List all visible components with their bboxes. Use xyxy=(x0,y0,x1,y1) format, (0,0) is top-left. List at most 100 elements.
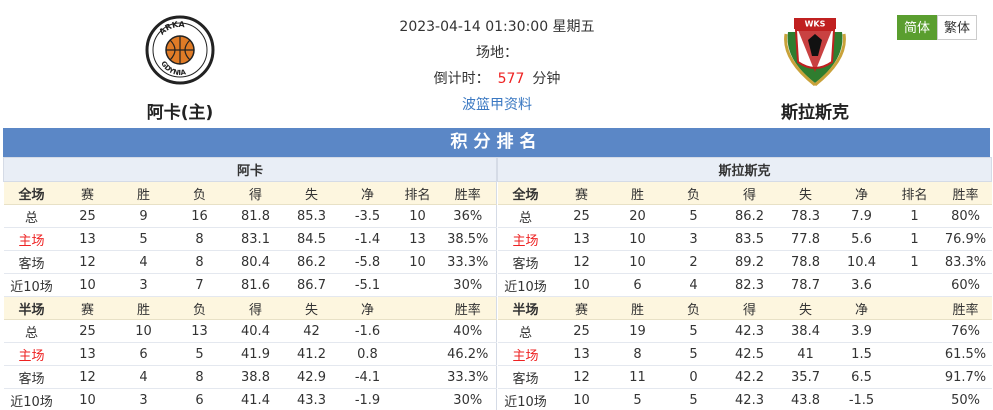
column-header: 胜率 xyxy=(439,181,497,205)
stat-cell: 5 xyxy=(171,342,228,366)
stat-cell: 7.9 xyxy=(833,204,890,228)
stat-cell: 13 xyxy=(553,342,610,366)
stat-cell: 78.7 xyxy=(777,273,834,297)
section-title: 积分排名 xyxy=(3,128,990,157)
lang-traditional-button[interactable]: 繁体 xyxy=(937,15,977,40)
stat-cell: 85.3 xyxy=(283,204,340,228)
stat-cell: 91.7% xyxy=(939,365,992,389)
table-row: 总 25 10 13 40.4 42 -1.6 40% xyxy=(3,319,497,343)
stat-cell: 12 xyxy=(59,365,116,389)
stat-cell: 3 xyxy=(115,388,172,410)
stat-cell: 43.8 xyxy=(777,388,834,410)
stat-cell: 46.2% xyxy=(439,342,497,366)
league-link[interactable]: 波篮甲资料 xyxy=(462,97,532,113)
row-label: 近10场 xyxy=(497,273,554,297)
stat-cell: 40% xyxy=(439,319,497,343)
stat-cell: 50% xyxy=(939,388,992,410)
match-header: ARKA GDYNIA 阿卡(主) 2023-04-14 01:30:00 星期… xyxy=(0,0,993,126)
stat-cell xyxy=(889,342,940,366)
table-row: 近10场 10 3 7 81.6 86.7 -5.1 30% xyxy=(3,273,497,297)
row-label: 主场 xyxy=(497,342,554,366)
stat-cell: 10.4 xyxy=(833,250,890,274)
stat-cell: 3.9 xyxy=(833,319,890,343)
stat-cell: 80.4 xyxy=(227,250,284,274)
stat-cell: 41.4 xyxy=(227,388,284,410)
stat-cell: 13 xyxy=(395,227,440,251)
stat-cell: 6.5 xyxy=(833,365,890,389)
stat-cell: 8 xyxy=(609,342,666,366)
stat-cell: 6 xyxy=(609,273,666,297)
stat-cell: 13 xyxy=(553,227,610,251)
stat-cell: 83.1 xyxy=(227,227,284,251)
table-row: 近10场 10 5 5 42.3 43.8 -1.5 50% xyxy=(497,388,992,410)
match-info: 2023-04-14 01:30:00 星期五 场地： 倒计时： 577 分钟 波篮… xyxy=(347,14,647,118)
row-label: 近10场 xyxy=(3,273,60,297)
stat-cell: 8 xyxy=(171,365,228,389)
stat-cell: 10 xyxy=(59,388,116,410)
stat-cell xyxy=(395,365,440,389)
stat-cell xyxy=(395,273,440,297)
home-standings-table: 阿卡 全场赛胜负得失净排名 胜率总 25 9 16 81.8 85.3 -3.5 10 36% 主场 1… xyxy=(2,157,498,410)
stat-cell xyxy=(889,319,940,343)
team-header-row: 斯拉斯克 xyxy=(497,157,993,182)
home-team[interactable]: ARKA GDYNIA 阿卡(主) xyxy=(120,14,240,123)
stat-cell: 42 xyxy=(283,319,340,343)
stat-cell: 38.8 xyxy=(227,365,284,389)
table-row: 客场 12 4 8 38.8 42.9 -4.1 33.3% xyxy=(3,365,497,389)
stat-cell: 7 xyxy=(171,273,228,297)
stat-cell: 76.9% xyxy=(939,227,992,251)
stat-cell: 81.8 xyxy=(227,204,284,228)
stat-cell xyxy=(395,342,440,366)
stat-cell: 1 xyxy=(889,250,940,274)
stat-cell: 4 xyxy=(115,250,172,274)
column-header: 胜 xyxy=(115,296,172,320)
column-header: 胜 xyxy=(609,296,666,320)
stat-cell: 41.2 xyxy=(283,342,340,366)
away-team[interactable]: WKS 斯拉斯克 xyxy=(755,14,875,123)
stat-cell: 12 xyxy=(59,250,116,274)
column-header: 得 xyxy=(721,181,778,205)
away-team-logo: WKS xyxy=(784,18,846,86)
column-header: 半场 xyxy=(3,296,60,320)
stat-cell: -5.8 xyxy=(339,250,396,274)
basketball-icon xyxy=(165,35,195,65)
stat-cell: 38.5% xyxy=(439,227,497,251)
column-header: 胜 xyxy=(609,181,666,205)
stat-cell: 86.2 xyxy=(283,250,340,274)
column-header: 得 xyxy=(227,181,284,205)
stat-cell: 33.3% xyxy=(439,365,497,389)
column-header: 净 xyxy=(833,296,890,320)
lang-simplified-button[interactable]: 简体 xyxy=(897,15,937,40)
column-header xyxy=(395,296,440,320)
stat-cell: 60% xyxy=(939,273,992,297)
row-label: 主场 xyxy=(497,227,554,251)
column-header: 负 xyxy=(665,296,722,320)
column-header: 排名 xyxy=(889,181,940,205)
stat-cell: 36% xyxy=(439,204,497,228)
stat-cell: 83.5 xyxy=(721,227,778,251)
column-header: 负 xyxy=(171,296,228,320)
table-row: 主场 13 8 5 42.5 41 1.5 61.5% xyxy=(497,342,992,366)
column-header: 失 xyxy=(283,296,340,320)
stat-cell: 10 xyxy=(59,273,116,297)
stat-cell: 13 xyxy=(59,342,116,366)
stat-cell: 41.9 xyxy=(227,342,284,366)
stat-cell xyxy=(395,319,440,343)
stat-cell: 10 xyxy=(115,319,172,343)
column-header: 赛 xyxy=(553,296,610,320)
row-label: 近10场 xyxy=(497,388,554,410)
stat-cell xyxy=(889,388,940,410)
stat-cell: 10 xyxy=(553,388,610,410)
stat-cell: -1.5 xyxy=(833,388,890,410)
home-team-name: 阿卡(主) xyxy=(146,103,214,123)
column-header: 失 xyxy=(777,181,834,205)
stat-cell: -3.5 xyxy=(339,204,396,228)
table-row: 客场 12 11 0 42.2 35.7 6.5 91.7% xyxy=(497,365,992,389)
stat-cell: 40.4 xyxy=(227,319,284,343)
row-label: 主场 xyxy=(3,342,60,366)
column-header-row: 全场赛胜负得失净排名 胜率 xyxy=(3,181,497,205)
stat-cell: 35.7 xyxy=(777,365,834,389)
stat-cell: 42.3 xyxy=(721,388,778,410)
column-header: 负 xyxy=(665,181,722,205)
row-label: 近10场 xyxy=(3,388,60,410)
